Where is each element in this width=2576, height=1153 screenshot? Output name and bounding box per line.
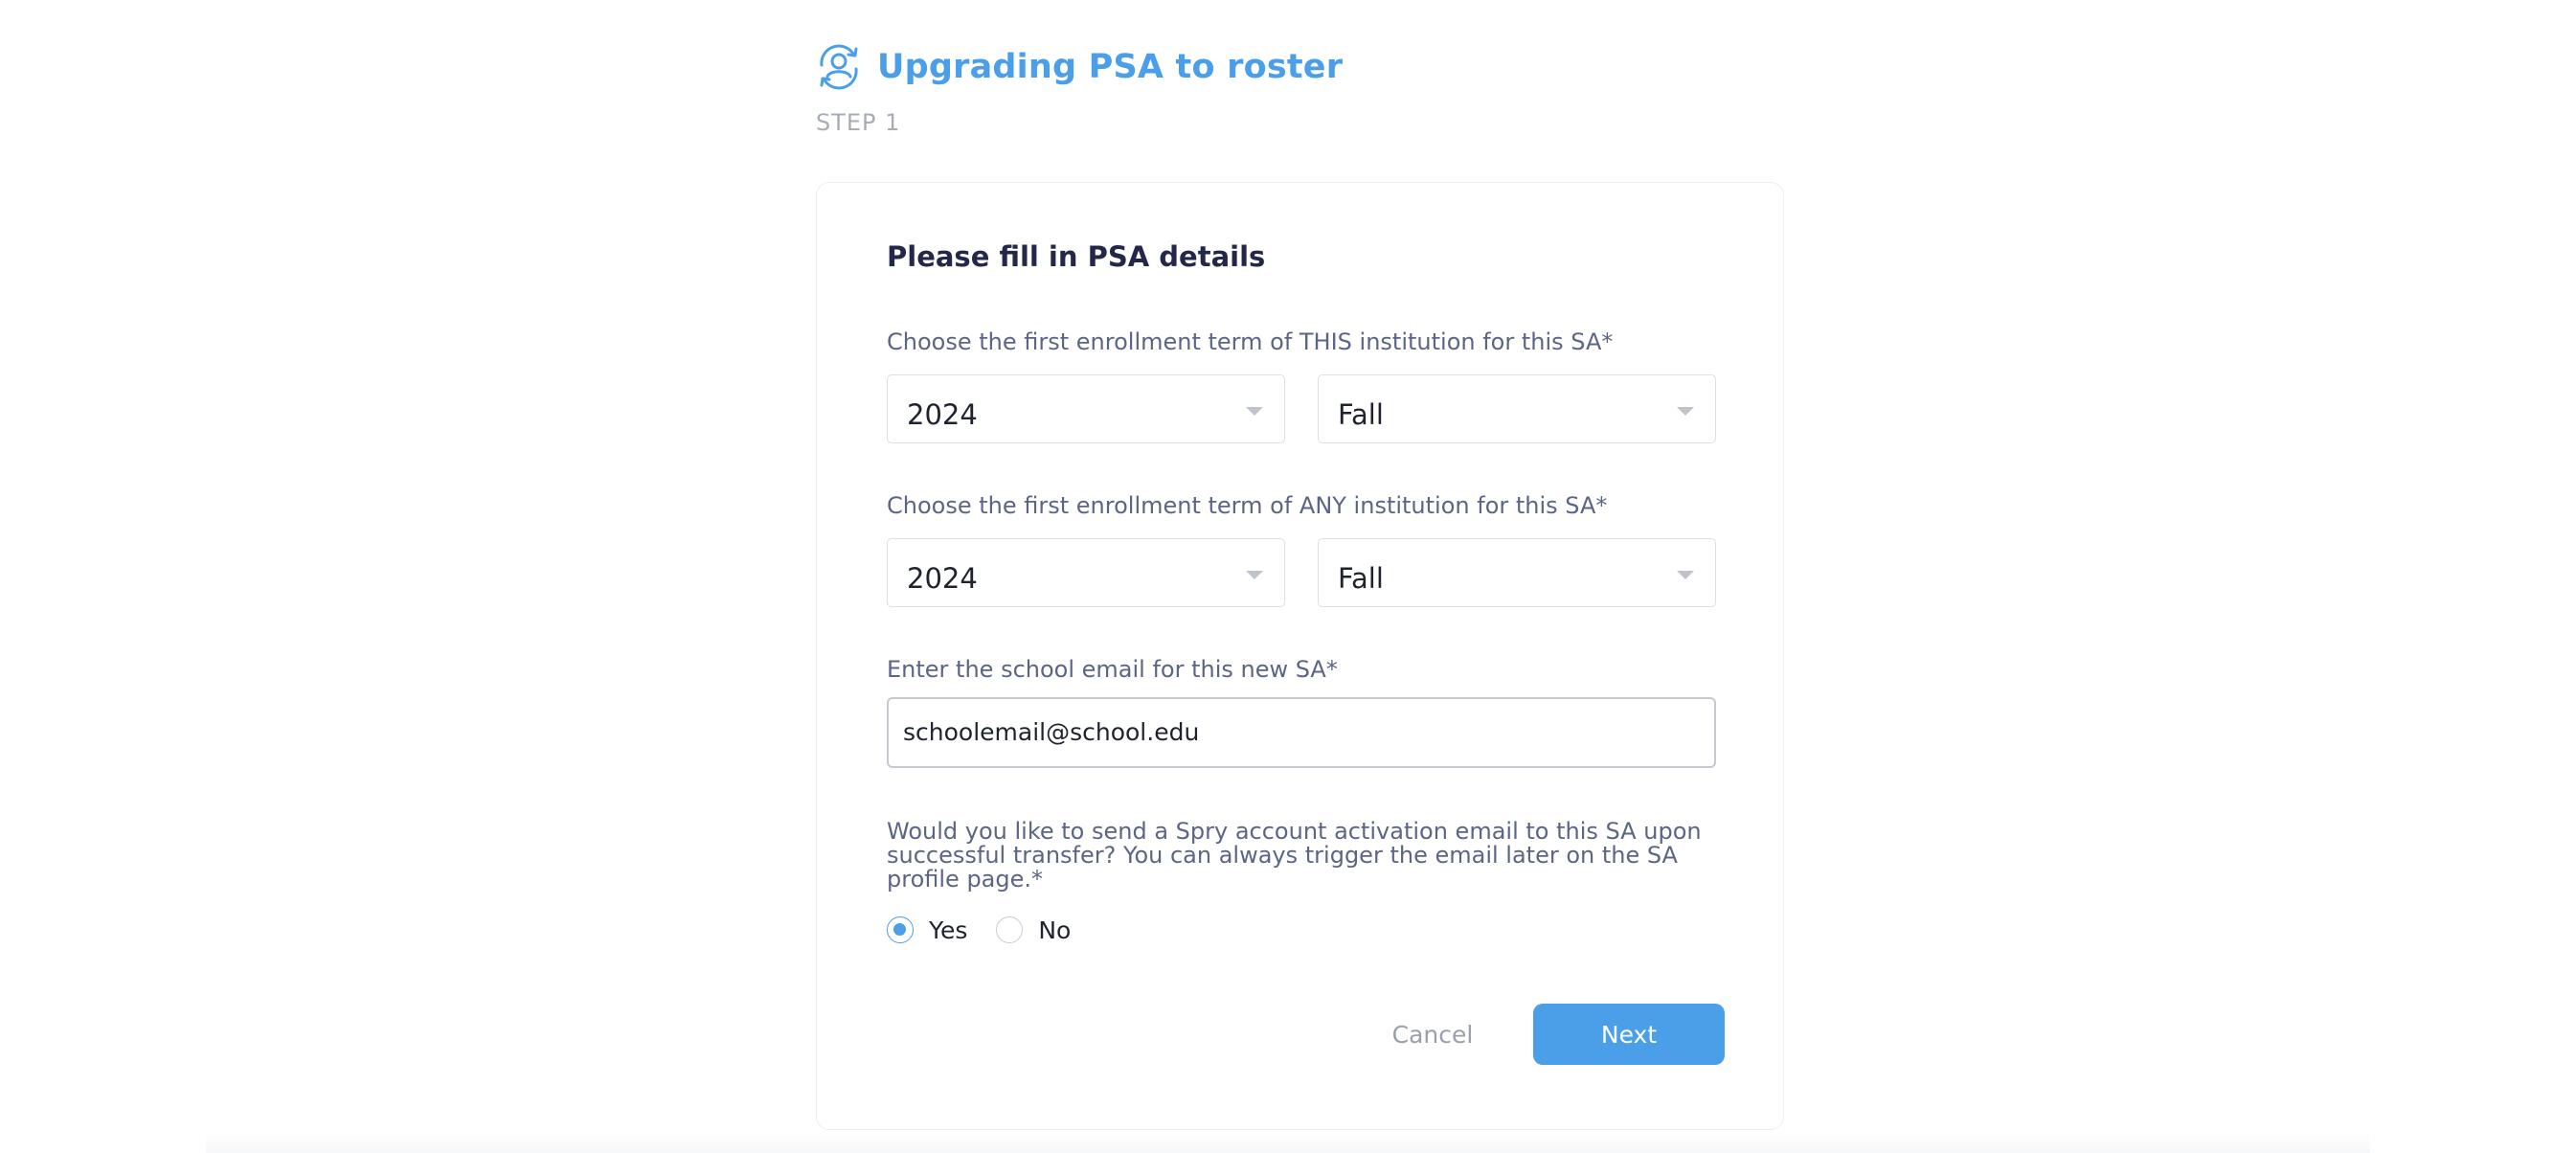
chevron-down-icon: [1246, 407, 1263, 416]
school-email-label: Enter the school email for this new SA*: [887, 656, 1338, 683]
user-sync-icon: [816, 44, 862, 90]
radio-no-label: No: [1038, 916, 1072, 944]
page: Upgrading PSA to roster STEP 1 Please fi…: [0, 0, 2576, 1153]
any-institution-term-label: Choose the first enrollment term of ANY …: [887, 492, 1608, 519]
radio-yes[interactable]: Yes: [887, 916, 967, 944]
select-value: Fall: [1338, 398, 1384, 431]
select-value: 2024: [907, 562, 978, 595]
chevron-down-icon: [1677, 571, 1694, 579]
this-institution-term-label: Choose the first enrollment term of THIS…: [887, 328, 1614, 355]
any-institution-term-select[interactable]: Fall: [1318, 538, 1716, 607]
step-indicator: STEP 1: [816, 109, 901, 136]
school-email-field[interactable]: schoolemail@school.edu: [887, 697, 1716, 768]
this-institution-term-select[interactable]: Fall: [1318, 374, 1716, 443]
chevron-down-icon: [1677, 407, 1694, 416]
page-title: Upgrading PSA to roster: [877, 48, 1344, 86]
psa-details-card: Please fill in PSA details Choose the fi…: [816, 182, 1784, 1130]
select-value: 2024: [907, 398, 978, 431]
radio-checked-icon[interactable]: [887, 916, 914, 943]
page-header: Upgrading PSA to roster STEP 1: [816, 42, 1343, 136]
footer-divider: [206, 1133, 2370, 1153]
radio-unchecked-icon[interactable]: [996, 916, 1024, 943]
activation-email-question: Would you like to send a Spry account ac…: [887, 818, 1702, 893]
card-title: Please fill in PSA details: [887, 240, 1266, 273]
activation-radio-group: Yes No: [887, 915, 1099, 945]
title-row: Upgrading PSA to roster: [816, 42, 1343, 92]
cancel-button[interactable]: Cancel: [1353, 1004, 1512, 1065]
radio-yes-label: Yes: [929, 916, 968, 944]
select-value: Fall: [1338, 562, 1384, 595]
radio-no[interactable]: No: [996, 916, 1071, 944]
this-institution-year-select[interactable]: 2024: [887, 374, 1285, 443]
chevron-down-icon: [1246, 571, 1263, 579]
next-button[interactable]: Next: [1533, 1004, 1725, 1065]
any-institution-year-select[interactable]: 2024: [887, 538, 1285, 607]
